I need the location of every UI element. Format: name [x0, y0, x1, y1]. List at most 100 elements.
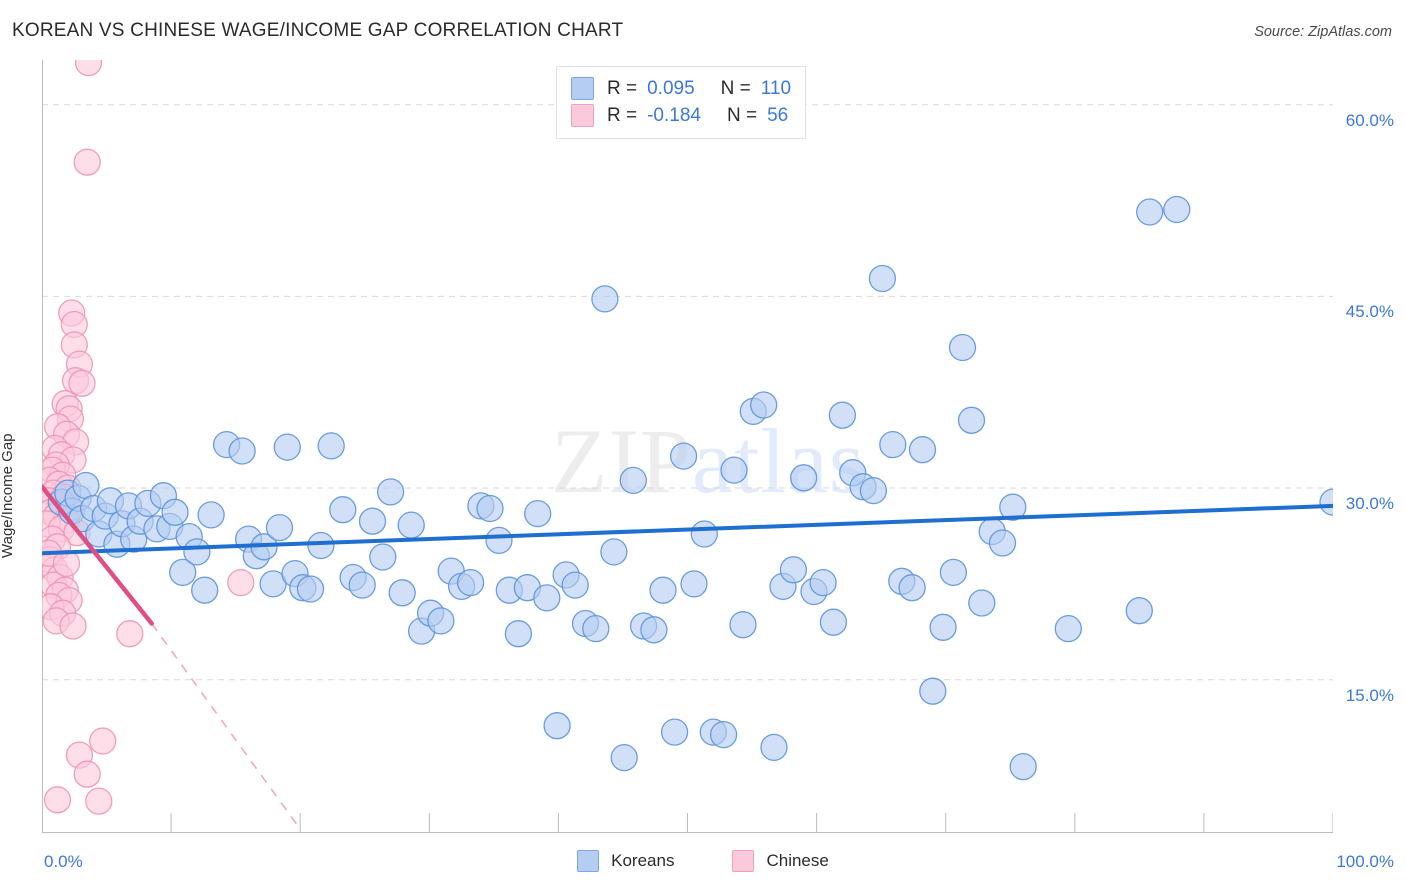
legend-swatch-koreans — [577, 850, 600, 872]
scatter-point — [72, 471, 100, 500]
series-legend: Koreans Chinese — [0, 850, 1406, 872]
scatter-point — [265, 513, 294, 542]
scatter-point — [640, 616, 668, 644]
scatter-point — [809, 568, 837, 597]
scatter-point — [89, 727, 117, 755]
scatter-point — [296, 575, 325, 603]
scatter-point — [485, 526, 513, 555]
scatter-point — [709, 720, 738, 749]
legend-swatch-chinese — [732, 850, 755, 872]
scatter-point — [376, 478, 405, 506]
stats-swatch-koreans — [571, 77, 594, 100]
scatter-point — [73, 760, 101, 788]
chart-root: KOREAN VS CHINESE WAGE/INCOME GAP CORREL… — [0, 0, 1406, 892]
scatter-point — [649, 576, 677, 604]
scatter-point — [74, 60, 103, 77]
scatter-point — [729, 611, 757, 639]
scatter-point — [307, 531, 335, 560]
scatter-point — [1054, 614, 1082, 643]
scatter-point — [720, 456, 748, 484]
stats-n-value-chinese: 56 — [767, 104, 789, 126]
scatter-point — [680, 570, 708, 598]
scatter-point — [868, 264, 897, 293]
scatter-point — [957, 406, 986, 434]
stats-r-value-chinese: -0.184 — [647, 104, 701, 126]
scatter-plot-svg — [42, 60, 1333, 833]
scatter-point — [228, 437, 256, 465]
legend-label-chinese: Chinese — [766, 851, 829, 870]
scatter-point — [760, 733, 788, 762]
scatter-point — [348, 571, 376, 599]
correlation-stats-legend: R = 0.095 N = 110 R = -0.184 N = 56 — [556, 66, 807, 139]
scatter-point — [968, 589, 996, 617]
scatter-point — [73, 148, 101, 176]
scatter-point — [427, 607, 455, 635]
scatter-point — [197, 501, 225, 529]
scatter-point — [504, 620, 533, 648]
stats-r-value-koreans: 0.095 — [647, 77, 695, 99]
scatter-point — [561, 571, 589, 599]
scatter-point — [690, 520, 718, 548]
scatter-point — [819, 608, 848, 636]
scatter-point — [397, 511, 425, 539]
scatter-point — [273, 433, 301, 461]
y-axis-tick-label: 15.0% — [1345, 685, 1394, 705]
trend-lines — [151, 623, 301, 830]
scatter-point — [898, 574, 926, 602]
scatter-point — [600, 538, 628, 566]
scatter-point — [879, 430, 907, 459]
legend-item-chinese[interactable]: Chinese — [732, 850, 829, 872]
stats-row-chinese: R = -0.184 N = 56 — [571, 102, 791, 129]
x-axis-ticks — [42, 813, 1333, 833]
stats-swatch-chinese — [571, 104, 594, 127]
scatter-point — [779, 556, 808, 584]
scatter-point — [456, 568, 485, 597]
stats-row-koreans: R = 0.095 N = 110 — [571, 75, 791, 102]
page-title: KOREAN VS CHINESE WAGE/INCOME GAP CORREL… — [12, 20, 624, 41]
legend-label-koreans: Koreans — [611, 851, 675, 870]
trend-line — [42, 503, 1333, 556]
scatter-point — [317, 432, 345, 460]
scatter-point — [524, 499, 552, 528]
plot-area — [42, 60, 1333, 833]
scatter-point — [68, 369, 96, 397]
scatter-point — [116, 620, 144, 648]
stats-r-label-koreans: R = — [607, 77, 638, 99]
scatter-point — [919, 677, 947, 705]
y-axis-tick-label: 45.0% — [1345, 302, 1394, 322]
scatter-point — [828, 401, 857, 429]
scatter-point — [988, 529, 1017, 557]
scatter-point — [1125, 597, 1153, 625]
scatter-point — [669, 442, 698, 470]
source-attribution: Source: ZipAtlas.com — [1254, 24, 1392, 40]
scatter-point — [476, 494, 504, 523]
y-axis-tick-label: 30.0% — [1345, 494, 1394, 514]
scatter-point — [183, 538, 211, 566]
legend-item-koreans[interactable]: Koreans — [577, 850, 674, 872]
scatter-point — [533, 584, 561, 612]
stats-n-label-chinese: N = — [726, 104, 758, 126]
stats-r-label-chinese: R = — [607, 104, 638, 126]
scatter-point — [358, 507, 387, 535]
y-axis-tick-label: 60.0% — [1345, 110, 1394, 130]
scatter-point — [1136, 198, 1164, 226]
scatter-point — [619, 466, 647, 495]
scatter-point — [329, 496, 357, 524]
scatter-point — [908, 436, 937, 464]
scatter-point — [43, 786, 72, 814]
scatter-point — [191, 576, 219, 604]
scatter-point — [85, 787, 113, 815]
scatter-point — [543, 712, 571, 740]
scatter-point — [582, 614, 610, 643]
scatter-point — [859, 476, 888, 505]
scatter-point — [790, 464, 818, 492]
y-axis-title: Wage/Income Gap — [0, 433, 16, 558]
scatter-point — [939, 558, 968, 587]
scatter-point — [161, 498, 189, 526]
scatter-point — [948, 333, 977, 362]
stats-n-value-koreans: 110 — [760, 77, 792, 99]
scatter-point — [929, 613, 957, 641]
scatter-point — [1009, 752, 1037, 781]
scatter-point — [388, 579, 416, 607]
scatter-point — [750, 391, 778, 419]
